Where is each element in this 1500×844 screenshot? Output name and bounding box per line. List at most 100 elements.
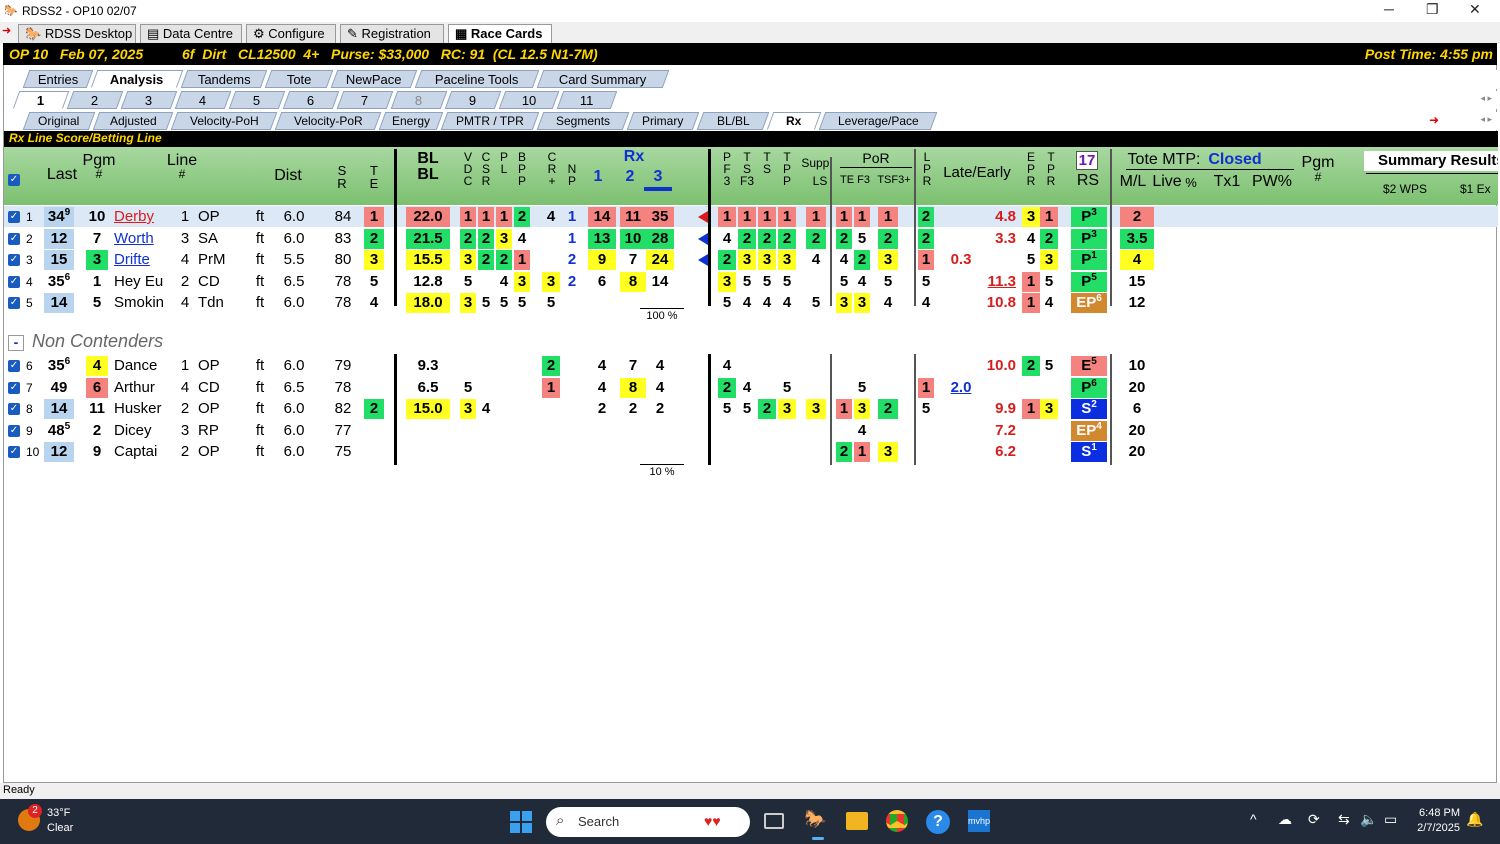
table-row[interactable]: ✓ 7 49 6 4 CD ft 6.5 78 6.5 5 1 4 8 4 2 4 5 5 1 2.0 20 Arthur P…: [4, 377, 1498, 398]
table-header: ✓ Last Pgm # Line # Dist S R T E BL BL V…: [4, 147, 1498, 205]
cell-epr: 2: [1022, 356, 1040, 376]
collapse-button[interactable]: -: [8, 335, 24, 351]
horse-name[interactable]: Derby: [114, 207, 174, 227]
rdss-taskbar-icon[interactable]: 🐎: [804, 809, 826, 830]
mvhp-icon[interactable]: mvhp: [968, 810, 990, 832]
row-checkbox[interactable]: ✓: [8, 360, 20, 372]
tab-rdss-desktop[interactable]: 🐎 RDSS Desktop: [18, 24, 136, 43]
tab-race-1[interactable]: 1: [12, 91, 70, 109]
tab-race-10[interactable]: 10: [498, 91, 560, 109]
tab-tandems[interactable]: Tandems: [180, 70, 268, 88]
row-checkbox[interactable]: ✓: [8, 403, 20, 416]
table-row[interactable]: ✓ 3 15 3 4 PrM ft 5.5 80 3 15.5 3 2 2 1 2 9 7 24 2 3 3 3 4 4 2 3 1 0…: [4, 249, 1498, 271]
cell-np: [564, 421, 580, 441]
tab-race-3[interactable]: 3: [120, 91, 178, 109]
tab-data-centre[interactable]: ▤ Data Centre: [140, 24, 242, 43]
table-row[interactable]: ✓ 1 349 10 1 OP ft 6.0 84 1 22.0 1 1 1 2 4 1 14 11 35 1 1 1 1 1 1…: [4, 206, 1498, 227]
table-row[interactable]: ✓ 10 12 9 2 OP ft 6.0 75 2 1 3 6.2 20 Captai S1: [4, 441, 1498, 463]
tab-leverage-pace[interactable]: Leverage/Pace: [818, 112, 938, 130]
minimize-button[interactable]: ─: [1384, 1, 1394, 17]
tab-newpace[interactable]: NewPace: [330, 70, 418, 88]
search-box[interactable]: ⌕ Search ♥♥: [546, 807, 750, 837]
tab-card-summary[interactable]: Card Summary: [536, 70, 670, 88]
tab-label: Adjusted: [109, 114, 157, 128]
tab-race-8[interactable]: 8: [390, 91, 448, 109]
help-icon[interactable]: ?: [926, 810, 950, 834]
table-row[interactable]: ✓ 8 14 11 2 OP ft 6.0 82 2 15.0 3 4 2 2 2 5 5 2 3 3 1 3 2 5 9.9 1 3…: [4, 398, 1498, 420]
col-lpr: L P R: [922, 150, 932, 188]
tab-rx[interactable]: Rx: [766, 112, 822, 130]
cell-rx2: 10: [620, 228, 646, 249]
sync-icon[interactable]: ⟳: [1308, 811, 1320, 828]
tab-scroll-arrows[interactable]: ◂ ▸: [1480, 114, 1492, 125]
tab-paceline-tools[interactable]: Paceline Tools: [414, 70, 540, 88]
cell-pgm: 4: [86, 356, 108, 376]
maximize-button[interactable]: ❐: [1426, 1, 1439, 18]
table-row[interactable]: ✓ 2 12 7 3 SA ft 6.0 83 2 21.5 2 2 3 4 1 13 10 28 4 2 2 2 2 2 5 2 2…: [4, 228, 1498, 249]
table-row[interactable]: ✓ 6 356 4 1 OP ft 6.0 79 9.3 2 4 7 4 4 10.0 2 5 10 Dance E5: [4, 355, 1498, 376]
chevron-up-icon[interactable]: ^: [1250, 811, 1257, 827]
network-icon[interactable]: ⇆: [1338, 811, 1350, 828]
file-explorer-icon[interactable]: [846, 812, 868, 830]
tab-race-7[interactable]: 7: [336, 91, 394, 109]
row-checkbox[interactable]: ✓: [8, 446, 20, 459]
tab-entries[interactable]: Entries: [22, 70, 94, 88]
row-checkbox[interactable]: ✓: [8, 424, 20, 437]
chrome-icon[interactable]: [886, 810, 908, 832]
clock-time[interactable]: 6:48 PM: [1412, 807, 1460, 819]
cell-rx2: [620, 442, 646, 462]
tab-analysis[interactable]: Analysis: [90, 70, 184, 88]
tab-race-5[interactable]: 5: [228, 91, 286, 109]
row-checkbox[interactable]: ✓: [8, 232, 20, 245]
tab-bl-bl[interactable]: BL/BL: [696, 112, 770, 130]
cell-bpp: 2: [514, 207, 530, 227]
task-view-icon[interactable]: [764, 813, 784, 829]
tab-race-9[interactable]: 9: [444, 91, 502, 109]
battery-icon[interactable]: ▭: [1384, 811, 1397, 828]
horse-name[interactable]: Drifte: [114, 250, 174, 270]
tab-race-4[interactable]: 4: [174, 91, 232, 109]
table-row[interactable]: ✓ 5 14 5 4 Tdn ft 6.0 78 4 18.0 3 5 5 5 5 5 4 4 4 5 3 3 4 4 10.8 1…: [4, 292, 1498, 314]
row-checkbox[interactable]: ✓: [8, 211, 20, 223]
tab-original[interactable]: Original: [22, 112, 96, 130]
clock-date[interactable]: 2/7/2025: [1406, 822, 1460, 834]
notification-icon[interactable]: 🔔: [1466, 811, 1483, 828]
tab-pmtr-tpr[interactable]: PMTR / TPR: [440, 112, 540, 130]
tab-segments[interactable]: Segments: [536, 112, 630, 130]
close-button[interactable]: ✕: [1469, 1, 1481, 18]
table-row[interactable]: ✓ 9 485 2 3 RP ft 6.0 77 4 7.2 20 Dicey EP4: [4, 420, 1498, 441]
summary-results-button[interactable]: Summary Results: [1364, 151, 1498, 171]
cloud-icon[interactable]: ☁: [1278, 811, 1292, 828]
tab-race-2[interactable]: 2: [66, 91, 124, 109]
tab-registration[interactable]: ✎ Registration: [340, 24, 444, 43]
export-icon[interactable]: ➜: [1429, 113, 1439, 127]
cell-rx1: 14: [588, 207, 616, 227]
tab-configure[interactable]: ⚙ Configure: [246, 24, 336, 43]
col-rx3-sorted[interactable]: 3: [644, 169, 672, 191]
tab-race-11[interactable]: 11: [556, 91, 618, 109]
tab-energy[interactable]: Energy: [378, 112, 444, 130]
horse-name[interactable]: Worth: [114, 229, 174, 249]
column-divider: [914, 205, 916, 306]
rs-count-box[interactable]: 17: [1076, 151, 1098, 170]
windows-start-icon[interactable]: [510, 811, 532, 833]
row-checkbox[interactable]: ✓: [8, 275, 20, 288]
tab-race-cards[interactable]: ▦ Race Cards: [448, 24, 552, 44]
tab-primary[interactable]: Primary: [626, 112, 700, 130]
row-checkbox[interactable]: ✓: [8, 254, 20, 267]
post-time: Post Time: 4:55 pm: [1364, 46, 1493, 62]
tab-velocity-por[interactable]: Velocity-PoR: [274, 112, 382, 130]
cell-pgm: 6: [86, 377, 108, 398]
tab-scroll-arrows[interactable]: ◂ ▸: [1480, 93, 1492, 104]
rs-value: S: [1081, 443, 1092, 461]
table-row[interactable]: ✓ 4 356 1 2 CD ft 6.5 78 5 12.8 5 4 3 3 2 6 8 14 3 5 5 5 5 4 5 5 11…: [4, 271, 1498, 292]
cell-late: [944, 442, 978, 462]
row-checkbox[interactable]: ✓: [8, 381, 20, 394]
tab-race-6[interactable]: 6: [282, 91, 340, 109]
row-checkbox[interactable]: ✓: [8, 297, 20, 310]
tab-tote[interactable]: Tote: [264, 70, 334, 88]
tab-velocity-poh[interactable]: Velocity-PoH: [170, 112, 278, 130]
select-all-checkbox[interactable]: ✓: [8, 174, 20, 186]
volume-icon[interactable]: 🔈: [1360, 811, 1377, 828]
tab-adjusted[interactable]: Adjusted: [92, 112, 174, 130]
